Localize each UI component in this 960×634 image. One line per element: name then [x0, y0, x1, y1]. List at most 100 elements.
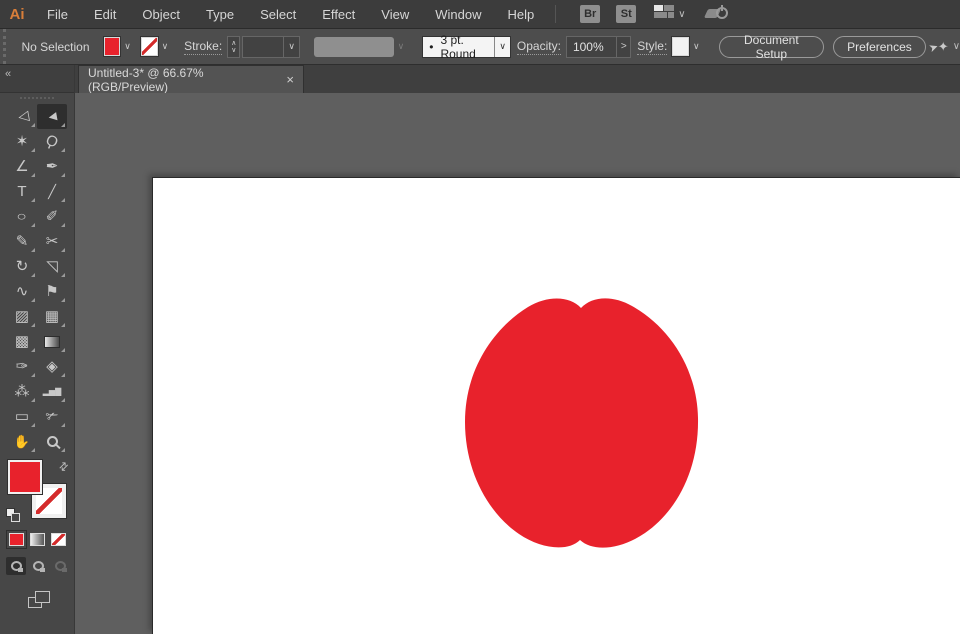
- chevron-down-icon[interactable]: ∨: [494, 36, 510, 57]
- stroke-width-stepper[interactable]: ∧ ∨: [227, 35, 241, 58]
- mesh-tool[interactable]: ▩: [7, 329, 37, 354]
- curvature-tool-icon: ∠: [15, 158, 29, 175]
- symbol-sprayer-tool-icon: ⁂: [14, 383, 30, 400]
- default-fill-stroke-icon[interactable]: [6, 508, 20, 522]
- stock-button[interactable]: St: [616, 5, 637, 23]
- color-mode-button[interactable]: [6, 530, 27, 549]
- collapse-panel-icon[interactable]: «: [5, 68, 11, 80]
- scissors-tool[interactable]: ✂: [37, 229, 67, 254]
- menu-file[interactable]: File: [34, 0, 81, 28]
- stepper-down-icon[interactable]: ∨: [231, 47, 236, 54]
- direct-selection-tool[interactable]: ▲: [37, 104, 67, 129]
- curvature-tool[interactable]: ∠: [7, 154, 37, 179]
- stroke-chevron-icon[interactable]: ∨: [162, 41, 169, 52]
- style-swatch[interactable]: [671, 36, 690, 57]
- menu-effect[interactable]: Effect: [309, 0, 368, 28]
- artboard-tool[interactable]: ▭: [7, 404, 37, 429]
- screen-mode-button[interactable]: [28, 591, 50, 608]
- canvas-pasteboard[interactable]: [75, 93, 960, 634]
- chevron-down-icon[interactable]: ∨: [283, 36, 299, 57]
- selection-tool[interactable]: △: [7, 104, 37, 129]
- opacity-chevron-icon[interactable]: >: [617, 35, 632, 58]
- mesh-tool-icon: ▩: [14, 333, 30, 350]
- touch-workspace-toggle[interactable]: ➤ ✦: [927, 39, 949, 55]
- gradient-mode-button[interactable]: [29, 532, 46, 547]
- artboard[interactable]: [152, 177, 960, 634]
- workspace-chevron-icon[interactable]: ∨: [678, 9, 685, 20]
- zoom-tool[interactable]: [37, 429, 67, 454]
- color-mode-row: [6, 530, 74, 549]
- fill-stroke-block: ⇄: [6, 459, 71, 524]
- none-mode-button[interactable]: [50, 532, 67, 547]
- menu-type[interactable]: Type: [193, 0, 247, 28]
- menu-items: File Edit Object Type Select Effect View Window…: [34, 0, 547, 28]
- menu-object[interactable]: Object: [129, 0, 193, 28]
- workspace: « △ ▲ ✶ Ϙ ∠ ✒ T ╱ ○ ✐ ✎ ✂ ↻ ◹ ∿ ⚑ ▨ ▦ ▩ ✑ ◈ ⁂ ▂▅▇ ▭ ✃ ✋ ⇄: [0, 65, 960, 634]
- apple-path[interactable]: [465, 298, 699, 548]
- line-segment-tool[interactable]: ╱: [37, 179, 67, 204]
- control-bar: No Selection ∨ ∨ Stroke: ∧ ∨ ∨ ∨ • 3 pt.…: [0, 29, 960, 65]
- drawing-mode-row: [6, 557, 74, 575]
- menu-select[interactable]: Select: [247, 0, 309, 28]
- bridge-button[interactable]: Br: [580, 5, 601, 23]
- puppet-warp-tool[interactable]: ⚑: [37, 279, 67, 304]
- document-setup-button[interactable]: Document Setup: [718, 33, 825, 61]
- blend-tool[interactable]: ◈: [37, 354, 67, 379]
- draw-inside-button[interactable]: [50, 557, 70, 575]
- menu-window[interactable]: Window: [422, 0, 494, 28]
- touch-chevron-icon[interactable]: ∨: [953, 41, 960, 52]
- fill-proxy-swatch[interactable]: [7, 459, 43, 495]
- stepper-up-icon[interactable]: ∧: [231, 40, 236, 47]
- pen-tool[interactable]: ✒: [37, 154, 67, 179]
- stroke-width-combo[interactable]: ∨: [242, 35, 300, 58]
- hand-tool[interactable]: ✋: [7, 429, 37, 454]
- menu-view[interactable]: View: [368, 0, 422, 28]
- ellipse-tool[interactable]: ○: [7, 204, 37, 229]
- shape-builder-tool[interactable]: ▨: [7, 304, 37, 329]
- scale-tool[interactable]: ◹: [37, 254, 67, 279]
- rotate-tool-icon: ↻: [15, 258, 29, 275]
- draw-behind-button[interactable]: [28, 557, 48, 575]
- brush-dot-icon: •: [429, 39, 434, 54]
- workspace-switcher-icon[interactable]: [654, 4, 675, 24]
- close-icon[interactable]: ×: [286, 72, 294, 87]
- gpu-performance-icon[interactable]: [703, 5, 728, 22]
- swap-fill-stroke-icon[interactable]: ⇄: [56, 459, 71, 474]
- perspective-grid-tool[interactable]: ▦: [37, 304, 67, 329]
- stroke-label[interactable]: Stroke:: [184, 39, 223, 55]
- symbol-sprayer-tool[interactable]: ⁂: [7, 379, 37, 404]
- magic-wand-tool[interactable]: ✶: [7, 129, 37, 154]
- line-segment-tool-icon: ╱: [48, 184, 56, 199]
- rotate-tool[interactable]: ↻: [7, 254, 37, 279]
- width-profile-chevron-icon: ∨: [397, 41, 405, 51]
- shaper-tool[interactable]: ✎: [7, 229, 37, 254]
- style-chevron-icon[interactable]: ∨: [693, 41, 700, 52]
- preferences-button[interactable]: Preferences: [833, 35, 926, 58]
- direct-selection-tool-icon: ▲: [42, 108, 62, 125]
- opacity-input[interactable]: 100%: [565, 35, 618, 58]
- slice-tool[interactable]: ✃: [37, 404, 67, 429]
- column-graph-tool[interactable]: ▂▅▇: [37, 379, 67, 404]
- tools-grip[interactable]: [20, 97, 54, 101]
- apple-shape[interactable]: [456, 295, 706, 551]
- draw-normal-button[interactable]: [6, 557, 26, 575]
- app-logo[interactable]: Ai: [0, 0, 34, 29]
- stroke-color-swatch[interactable]: [139, 36, 159, 57]
- width-profile-combo: [313, 36, 394, 57]
- gradient-tool[interactable]: [37, 329, 67, 354]
- fill-chevron-icon[interactable]: ∨: [124, 41, 131, 52]
- type-tool[interactable]: T: [7, 179, 37, 204]
- width-tool[interactable]: ∿: [7, 279, 37, 304]
- pen-tool-icon: ✒: [45, 158, 59, 175]
- style-label[interactable]: Style:: [637, 39, 668, 55]
- panel-grip[interactable]: [3, 29, 9, 64]
- lasso-tool[interactable]: Ϙ: [37, 129, 67, 154]
- document-tab[interactable]: Untitled-3* @ 66.67% (RGB/Preview) ×: [78, 65, 304, 94]
- paintbrush-tool[interactable]: ✐: [37, 204, 67, 229]
- brush-definition-combo[interactable]: • 3 pt. Round ∨: [422, 33, 511, 61]
- eyedropper-tool[interactable]: ✑: [7, 354, 37, 379]
- menu-edit[interactable]: Edit: [81, 0, 129, 28]
- fill-color-swatch[interactable]: [102, 36, 122, 57]
- menu-help[interactable]: Help: [494, 0, 547, 28]
- opacity-label[interactable]: Opacity:: [516, 39, 561, 55]
